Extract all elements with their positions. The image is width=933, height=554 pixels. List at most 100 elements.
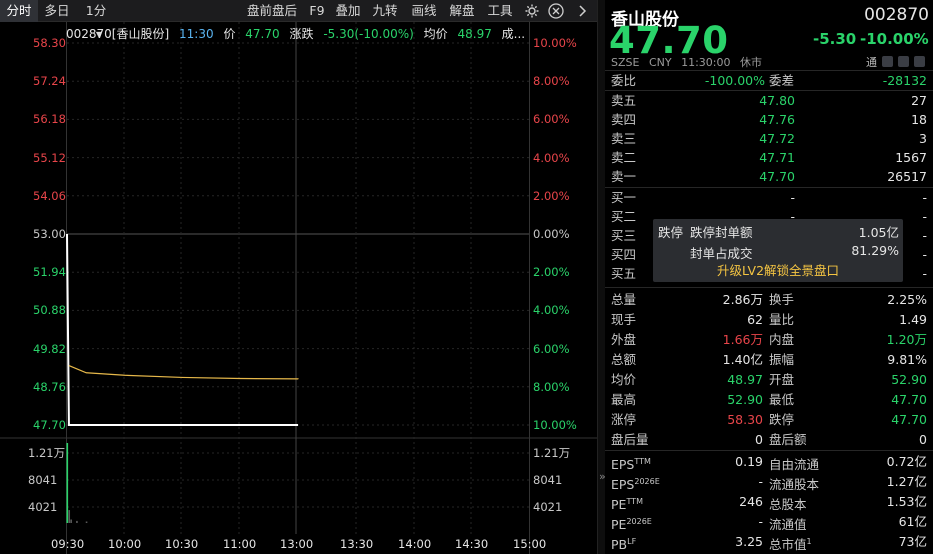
btn-nine-turn[interactable]: 九转 bbox=[369, 0, 401, 22]
stat-label: 盘后量 bbox=[611, 432, 649, 447]
ask-row[interactable]: 卖二 47.71 1567 bbox=[605, 148, 933, 167]
close-circle-icon[interactable] bbox=[547, 2, 565, 20]
fund-label-text: 自由流通 bbox=[769, 457, 820, 473]
btn-f9[interactable]: F9 bbox=[305, 0, 329, 22]
stat-value: 47.70 bbox=[891, 392, 927, 407]
btn-premarket[interactable]: 盘前盘后 bbox=[243, 0, 301, 22]
btn-analysis[interactable]: 解盘 bbox=[446, 0, 478, 22]
ask-volume: 27 bbox=[911, 93, 927, 108]
stats-row: 总量 2.86万 换手 2.25% bbox=[605, 290, 933, 309]
time-axis-label: 10:00 bbox=[108, 537, 142, 551]
fund-label-text: 流通值 bbox=[769, 517, 807, 533]
pct-axis-label: 8.00% bbox=[533, 379, 570, 394]
time-axis-label: 14:00 bbox=[398, 537, 432, 551]
fund-label: 自由流通 bbox=[769, 452, 819, 474]
ask-volume: 18 bbox=[911, 112, 927, 127]
ask-volume: 3 bbox=[919, 131, 927, 146]
price-axis-label: 51.94 bbox=[33, 265, 66, 280]
stats-row: 均价 48.97 开盘 52.90 bbox=[605, 370, 933, 389]
ask-label: 卖二 bbox=[611, 150, 637, 165]
time-axis-label: 13:30 bbox=[340, 537, 374, 551]
ask-row[interactable]: 卖三 47.72 3 bbox=[605, 129, 933, 148]
ask-volume: 1567 bbox=[895, 150, 927, 165]
stat-label: 均价 bbox=[611, 372, 637, 387]
fund-label: 总市值1 bbox=[769, 532, 812, 554]
chevron-right-icon[interactable] bbox=[573, 2, 591, 20]
volume-axis-label-right: 8041 bbox=[533, 473, 563, 487]
fund-value: - bbox=[758, 514, 763, 529]
bid-volume: - bbox=[922, 266, 927, 281]
price-axis-label: 53.00 bbox=[33, 227, 66, 241]
order-ratio-row: 委比 -100.00% 委差 -28132 bbox=[605, 71, 933, 90]
btn-tools[interactable]: 工具 bbox=[484, 0, 516, 22]
ask-price: 47.80 bbox=[759, 93, 795, 108]
seal-amount-value: 1.05亿 bbox=[858, 225, 899, 240]
avg-price-line bbox=[68, 364, 299, 380]
bell-icon[interactable] bbox=[898, 56, 909, 67]
btn-draw[interactable]: 画线 bbox=[408, 0, 440, 22]
ask-price: 47.71 bbox=[759, 150, 795, 165]
stock-code: 002870 bbox=[864, 5, 929, 25]
bid-row[interactable]: 买一 - - bbox=[605, 188, 933, 207]
gear-icon[interactable] bbox=[523, 2, 541, 20]
chart-toolbar: 分时 多日 1分 ▼ 盘前盘后 F9 叠加 九转 画线 解盘 工具 bbox=[0, 0, 597, 39]
fund-label: EPSTTM bbox=[611, 452, 651, 474]
stats-row: 涨停 58.30 跌停 47.70 bbox=[605, 410, 933, 429]
price-change: -5.30 bbox=[813, 30, 857, 48]
limit-tag: 跌停 bbox=[658, 225, 684, 240]
fund-label: EPS2026E bbox=[611, 472, 660, 494]
ask-row[interactable]: 卖四 47.76 18 bbox=[605, 110, 933, 129]
fund-label-text: 总股本 bbox=[769, 497, 807, 513]
add-icon[interactable] bbox=[914, 56, 925, 67]
stat-value: 62 bbox=[747, 312, 763, 327]
bid-label: 买二 bbox=[611, 209, 637, 224]
stat-label: 振幅 bbox=[769, 352, 795, 367]
time-axis-label: 11:00 bbox=[223, 537, 257, 551]
upgrade-lv2-button[interactable]: 升级LV2解锁全景盘口 bbox=[653, 262, 903, 280]
edit-icon[interactable] bbox=[882, 56, 893, 67]
period-select[interactable]: 1分 ▼ bbox=[80, 0, 112, 39]
tab-multiday[interactable]: 多日 bbox=[38, 0, 76, 22]
ask-label: 卖三 bbox=[611, 131, 637, 146]
fund-label-text: EPS bbox=[611, 457, 635, 473]
stat-label: 最低 bbox=[769, 392, 795, 407]
panel-splitter[interactable]: » bbox=[597, 0, 606, 554]
chart-canvas[interactable] bbox=[0, 22, 597, 554]
chart-avg: 48.97 bbox=[457, 27, 492, 41]
stat-label: 内盘 bbox=[769, 332, 795, 347]
stat-label: 开盘 bbox=[769, 372, 795, 387]
ask-row[interactable]: 卖五 47.80 27 bbox=[605, 91, 933, 110]
ratio-label: 委比 bbox=[611, 73, 637, 88]
volume-axis-label-right: 4021 bbox=[533, 500, 563, 514]
ratio-value: -100.00% bbox=[704, 73, 765, 88]
fund-value: 61亿 bbox=[898, 514, 927, 529]
price-axis-label: 57.24 bbox=[33, 74, 66, 89]
fund-label-text: PB bbox=[611, 537, 628, 553]
stats-row: 盘后量 0 盘后额 0 bbox=[605, 430, 933, 449]
fund-value: 246 bbox=[739, 494, 763, 509]
price-axis-label: 54.06 bbox=[33, 188, 66, 203]
time-axis-label: 15:00 bbox=[513, 537, 547, 551]
ask-row[interactable]: 卖一 47.70 26517 bbox=[605, 167, 933, 186]
stat-value: 52.90 bbox=[727, 392, 763, 407]
price-axis-label: 58.30 bbox=[33, 36, 66, 50]
stat-value: 1.66万 bbox=[722, 332, 763, 347]
ask-label: 卖一 bbox=[611, 169, 637, 184]
volume-bar bbox=[68, 510, 71, 523]
time-axis-label: 10:30 bbox=[165, 537, 199, 551]
fund-label-text: EPS bbox=[611, 477, 635, 493]
chart-time: 11:30 bbox=[179, 27, 214, 41]
tab-intraday[interactable]: 分时 bbox=[0, 0, 38, 22]
btn-overlay[interactable]: 叠加 bbox=[332, 0, 364, 22]
fund-label: 流通值 bbox=[769, 512, 807, 534]
price-line bbox=[66, 233, 298, 426]
diff-value: -28132 bbox=[882, 73, 927, 88]
quote-meta: SZSE CNY 11:30:00 休市 bbox=[611, 54, 768, 70]
stat-value: 0 bbox=[755, 432, 763, 447]
fund-label-text: PE bbox=[611, 497, 627, 513]
intraday-chart-pane: 分时 多日 1分 ▼ 盘前盘后 F9 叠加 九转 画线 解盘 工具 002870… bbox=[0, 0, 597, 554]
market-status: 休市 bbox=[740, 56, 762, 69]
fund-label-sup: TTM bbox=[634, 457, 651, 466]
fundamental-row: PETTM 246 总股本 1.53亿 bbox=[605, 492, 933, 513]
limit-seal-card: 跌停 跌停封单额 1.05亿 封单占成交 81.29% 升级LV2解锁全景盘口 bbox=[653, 219, 903, 282]
